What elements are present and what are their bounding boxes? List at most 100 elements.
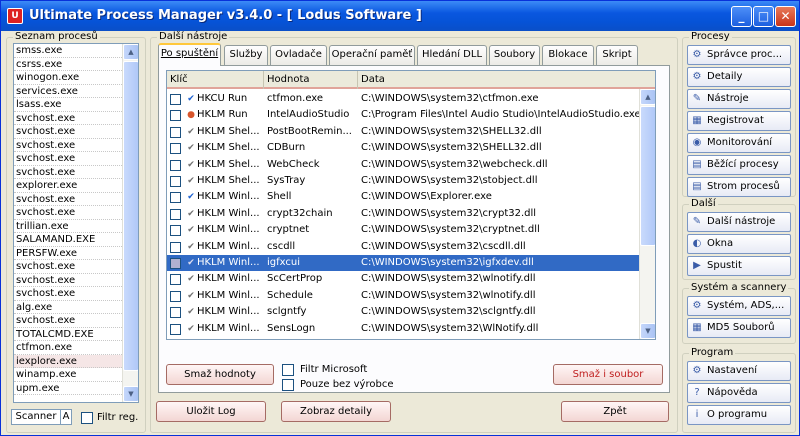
grid-row[interactable]: ✔ HKLM Winl... Shell C:\WINDOWS\Explorer.ex…: [167, 189, 641, 205]
row-checkbox[interactable]: [170, 208, 181, 220]
row-checkbox[interactable]: [170, 290, 181, 302]
process-list-item[interactable]: smss.exe: [14, 44, 138, 58]
close-button[interactable]: ✕: [775, 6, 796, 27]
right-menu-button[interactable]: ? Nápověda: [687, 383, 791, 403]
process-list-item[interactable]: TOTALCMD.EXE: [14, 328, 138, 341]
filter-microsoft-checkbox[interactable]: [282, 364, 294, 376]
process-list-scrollbar[interactable]: ▲ ▼: [122, 44, 138, 402]
right-menu-button[interactable]: ⚙ Detaily: [687, 67, 791, 87]
process-list-item[interactable]: lsass.exe: [14, 98, 138, 112]
grid-row[interactable]: ✔ HKLM Winl... cryptnet C:\WINDOWS\system32…: [167, 222, 641, 238]
process-list-item[interactable]: svchost.exe: [14, 112, 138, 125]
row-checkbox[interactable]: [170, 159, 181, 171]
process-list-item[interactable]: svchost.exe: [14, 287, 138, 301]
right-menu-button[interactable]: ⚙ Systém, ADS,...: [687, 296, 791, 316]
process-list-item[interactable]: svchost.exe: [14, 152, 138, 166]
tab-soubory[interactable]: Soubory: [489, 45, 540, 65]
process-list-item[interactable]: iexplore.exe: [14, 354, 138, 368]
grid-row[interactable]: ✔ HKLM Winl... sclgntfy C:\WINDOWS\system32…: [167, 304, 641, 320]
process-list-item[interactable]: svchost.exe: [14, 314, 138, 328]
column-header-data[interactable]: Data: [358, 71, 655, 89]
process-list-item[interactable]: PERSFW.exe: [14, 247, 138, 260]
right-menu-button[interactable]: ⚙ Správce proc...: [687, 45, 791, 65]
grid-row[interactable]: ✔ HKLM Winl... igfxcui C:\WINDOWS\system32\…: [167, 255, 641, 272]
row-checkbox[interactable]: [170, 176, 181, 187]
process-list-item[interactable]: svchost.exe: [14, 125, 138, 139]
grid-row[interactable]: ✔ HKLM Shel... WebCheck C:\WINDOWS\system32…: [167, 157, 641, 173]
delete-file-button[interactable]: Smaž i soubor: [553, 364, 663, 385]
title-bar[interactable]: U Ultimate Process Manager v3.4.0 - [ Lo…: [1, 1, 799, 31]
grid-scroll-down-arrow-icon[interactable]: ▼: [640, 323, 655, 339]
grid-row[interactable]: ✔ HKLM Shel... SysTray C:\WINDOWS\system32\…: [167, 173, 641, 189]
column-header-key[interactable]: Klíč: [167, 71, 264, 89]
grid-row[interactable]: ● HKLM Run IntelAudioStudio C:\Program File…: [167, 107, 641, 123]
process-list-item[interactable]: svchost.exe: [14, 193, 138, 206]
process-list-item[interactable]: explorer.exe: [14, 179, 138, 193]
grid-scrollbar[interactable]: ▲ ▼: [639, 89, 655, 339]
row-checkbox[interactable]: [170, 307, 181, 319]
filter-reg-checkbox[interactable]: [81, 412, 93, 424]
grid-row[interactable]: ✔ HKLM Winl... Schedule C:\WINDOWS\system32…: [167, 288, 641, 304]
right-menu-button[interactable]: ▦ Registrovat: [687, 111, 791, 131]
row-checkbox[interactable]: [170, 192, 181, 204]
row-checkbox[interactable]: [170, 110, 181, 122]
right-menu-button[interactable]: ▶ Spustit: [687, 256, 791, 276]
right-menu-button[interactable]: ▦ MD5 Souborů: [687, 318, 791, 338]
maximize-button[interactable]: □: [753, 6, 774, 27]
save-log-button[interactable]: Uložit Log: [156, 401, 266, 422]
right-menu-button[interactable]: i O programu: [687, 405, 791, 425]
process-list-item[interactable]: SALAMAND.EXE: [14, 233, 138, 247]
right-menu-button[interactable]: ✎ Další nástroje: [687, 212, 791, 232]
grid-row[interactable]: ✔ HKLM Winl... ScCertProp C:\WINDOWS\system…: [167, 271, 641, 287]
right-menu-button[interactable]: ▤ Strom procesů: [687, 177, 791, 197]
process-list-item[interactable]: svchost.exe: [14, 206, 138, 220]
row-checkbox[interactable]: [170, 225, 181, 237]
process-list-item[interactable]: svchost.exe: [14, 274, 138, 287]
grid-row[interactable]: ✔ HKLM Winl... SensLogn C:\WINDOWS\system32…: [167, 321, 641, 337]
row-checkbox[interactable]: [170, 274, 181, 286]
scroll-up-arrow-icon[interactable]: ▲: [123, 44, 138, 60]
process-list-item[interactable]: svchost.exe: [14, 260, 138, 274]
process-list-item[interactable]: services.exe: [14, 85, 138, 98]
scanner-button[interactable]: Scanner: [11, 409, 61, 425]
tab-operacni-pamet[interactable]: Operační paměť: [329, 45, 415, 65]
scroll-thumb[interactable]: [123, 61, 138, 371]
grid-row[interactable]: ✔ HKCU Run ctfmon.exe C:\WINDOWS\system32\c…: [167, 91, 641, 107]
tab-sluzby[interactable]: Služby: [224, 45, 268, 65]
grid-scroll-up-arrow-icon[interactable]: ▲: [640, 89, 655, 105]
show-details-button[interactable]: Zobraz detaily: [281, 401, 391, 422]
right-menu-button[interactable]: ⚙ Nastavení: [687, 361, 791, 381]
grid-scroll-thumb[interactable]: [640, 106, 655, 246]
process-list-item[interactable]: csrss.exe: [14, 58, 138, 71]
right-menu-button[interactable]: ◉ Monitorování: [687, 133, 791, 153]
process-list-item[interactable]: trillian.exe: [14, 220, 138, 233]
grid-row[interactable]: ✔ HKLM Winl... cscdll C:\WINDOWS\system32\c…: [167, 239, 641, 255]
right-menu-button[interactable]: ✎ Nástroje: [687, 89, 791, 109]
process-list-item[interactable]: svchost.exe: [14, 166, 138, 179]
tab-ovladace[interactable]: Ovladače: [270, 45, 327, 65]
only-without-vendor-checkbox[interactable]: [282, 379, 294, 391]
row-checkbox[interactable]: [170, 143, 181, 155]
process-list-item[interactable]: upm.exe: [14, 382, 138, 395]
tab-blokace[interactable]: Blokace: [542, 45, 594, 65]
tab-po-spusteni[interactable]: Po spuštění: [158, 43, 221, 66]
back-button[interactable]: Zpět: [561, 401, 669, 422]
process-list-item[interactable]: ctfmon.exe: [14, 341, 138, 355]
row-checkbox[interactable]: [170, 126, 181, 138]
tab-skript[interactable]: Skript: [596, 45, 638, 65]
grid-row[interactable]: ✔ HKLM Shel... PostBootRemin... C:\WINDOWS\…: [167, 124, 641, 140]
process-list[interactable]: smss.exe csrss.exe winogon.exe services.exe…: [13, 43, 139, 403]
process-list-item[interactable]: winamp.exe: [14, 368, 138, 382]
delete-values-button[interactable]: Smaž hodnoty: [166, 364, 274, 385]
column-header-value[interactable]: Hodnota: [264, 71, 358, 89]
row-checkbox[interactable]: [170, 94, 181, 105]
grid-row[interactable]: ✔ HKLM Shel... CDBurn C:\WINDOWS\system32\S…: [167, 140, 641, 156]
row-checkbox[interactable]: [170, 258, 181, 269]
process-list-item[interactable]: alg.exe: [14, 301, 138, 314]
tab-hledani-dll[interactable]: Hledání DLL: [417, 45, 487, 65]
process-list-item[interactable]: winogon.exe: [14, 71, 138, 85]
minimize-button[interactable]: _: [731, 6, 752, 27]
scanner-mode-button[interactable]: A: [60, 409, 72, 425]
right-menu-button[interactable]: ◐ Okna: [687, 234, 791, 254]
row-checkbox[interactable]: [170, 323, 181, 335]
